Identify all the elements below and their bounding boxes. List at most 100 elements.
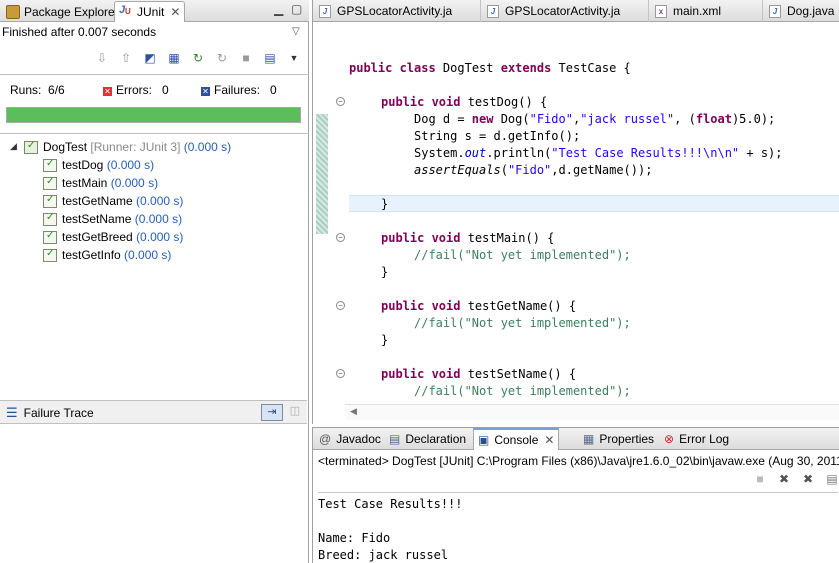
code-token: (	[500, 163, 508, 177]
code-line: public void testGetName() {	[381, 298, 576, 315]
tab-junit[interactable]: JUnit ✕	[114, 1, 186, 22]
fold-icon[interactable]: −	[336, 369, 345, 378]
horizontal-scrollbar[interactable]: ◀	[345, 404, 839, 420]
tab-error-log[interactable]: ⊗ Error Log	[660, 428, 733, 450]
tab-package-explorer[interactable]: Package Explorer	[2, 1, 123, 22]
junit-icon	[119, 4, 133, 19]
code-line: System.out.println("Test Case Results!!!…	[414, 145, 783, 162]
test-time: (0.000 s)	[136, 194, 184, 208]
fold-icon[interactable]: −	[336, 301, 345, 310]
fold-icon[interactable]: −	[336, 233, 345, 242]
clear-console-icon[interactable]: ▤	[825, 472, 839, 486]
editor-tab-bar: J GPSLocatorActivity.ja J GPSLocatorActi…	[313, 0, 839, 22]
tab-declaration[interactable]: ▤ Declaration	[385, 428, 470, 450]
next-failure-icon[interactable]: ⇩	[94, 50, 110, 66]
editor-tab-dog-java[interactable]: J Dog.java	[763, 0, 839, 22]
code-token: }	[381, 265, 389, 279]
test-passed-icon	[43, 212, 57, 226]
failure-trace-label: Failure Trace	[23, 406, 94, 420]
code-line: //fail("Not yet implemented");	[414, 383, 631, 400]
view-menu-icon[interactable]: ▽	[292, 26, 300, 37]
test-name: testMain	[62, 176, 108, 190]
maximize-icon[interactable]: ▢	[291, 2, 302, 16]
suite-name: DogTest	[43, 140, 88, 154]
test-run-history-icon[interactable]: ▤	[262, 50, 278, 66]
terminate-icon[interactable]: ■	[753, 472, 767, 486]
runs-label: Runs:	[10, 83, 42, 97]
close-icon[interactable]: ✕	[544, 433, 554, 447]
remove-launch-icon[interactable]: ✖	[777, 472, 791, 486]
scroll-lock-icon[interactable]: ▦	[166, 50, 182, 66]
code-comment: //fail("Not yet implemented");	[414, 384, 631, 398]
show-failures-only-icon[interactable]: ◩	[142, 50, 158, 66]
tab-javadoc[interactable]: @ Javadoc	[315, 428, 385, 450]
code-line: }	[381, 264, 388, 281]
java-file-icon: J	[319, 4, 331, 18]
code-string: "Fido"	[529, 112, 573, 126]
console-terminated-label: <terminated> DogTest [JUnit] C:\Program …	[318, 454, 839, 468]
test-time: (0.000 s)	[134, 212, 183, 226]
tab-properties[interactable]: ▦ Properties	[579, 428, 658, 450]
scroll-left-icon[interactable]: ◀	[350, 406, 357, 417]
code-string: "jack russel"	[580, 112, 675, 126]
failure-icon: ✕	[201, 87, 210, 96]
code-keyword: public void	[381, 231, 461, 245]
progress-bar	[6, 107, 301, 123]
test-name: testGetName	[62, 194, 133, 208]
tab-properties-label: Properties	[599, 432, 655, 446]
test-case-row[interactable]: testGetName (0.000 s)	[0, 192, 307, 210]
test-case-row[interactable]: testGetBreed (0.000 s)	[0, 228, 307, 246]
code-line: public class DogTest extends TestCase {	[349, 60, 631, 77]
chevron-down-icon[interactable]: ▼	[286, 50, 302, 66]
test-time: (0.000 s)	[124, 248, 172, 262]
close-icon[interactable]: ✕	[170, 5, 180, 19]
xml-file-icon: x	[655, 4, 667, 18]
console-output-line: Test Case Results!!!	[318, 497, 463, 511]
test-passed-icon	[43, 248, 57, 262]
compare-results-icon[interactable]: ◫	[287, 404, 303, 421]
run-counters: Runs: 6/6 ✕ Errors: 0 ✕ Failures: 0	[10, 83, 305, 99]
collapse-icon[interactable]: ◢	[10, 141, 17, 152]
previous-failure-icon[interactable]: ⇧	[118, 50, 134, 66]
code-keyword: public void	[381, 299, 461, 313]
code-token: Dog(	[493, 112, 530, 126]
test-case-row[interactable]: testSetName (0.000 s)	[0, 210, 307, 228]
code-token: }	[381, 197, 389, 211]
stop-icon[interactable]: ■	[238, 50, 254, 66]
code-token: testSetName() {	[460, 367, 577, 381]
console-output[interactable]: Test Case Results!!! Name: Fido Breed: j…	[318, 492, 838, 563]
fold-icon[interactable]: −	[336, 97, 345, 106]
left-tab-bar: Package Explorer JUnit ✕ ▁ ▢	[0, 0, 309, 22]
code-token: System.	[414, 146, 465, 160]
test-case-row[interactable]: testDog (0.000 s)	[0, 156, 307, 174]
rerun-test-icon[interactable]: ↻	[190, 50, 206, 66]
code-keyword: public class	[349, 61, 436, 75]
test-passed-icon	[43, 176, 57, 190]
filter-stack-trace-button[interactable]: ⇥	[261, 404, 283, 421]
code-keyword: float	[695, 112, 732, 126]
test-case-row[interactable]: testGetInfo (0.000 s)	[0, 246, 307, 264]
failures-counter: ✕ Failures: 0	[201, 83, 277, 97]
editor-tab-main-xml[interactable]: x main.xml	[649, 0, 763, 22]
minimize-icon[interactable]: ▁	[274, 2, 283, 16]
console-toolbar: ■ ✖ ✖ ▤	[753, 472, 839, 486]
test-case-row[interactable]: testMain (0.000 s)	[0, 174, 307, 192]
tab-error-log-label: Error Log	[679, 432, 730, 446]
code-keyword: new	[471, 112, 494, 126]
code-line: public void testSetName() {	[381, 366, 576, 383]
rerun-failures-first-icon[interactable]: ↻	[214, 50, 230, 66]
code-token: .println(	[486, 146, 552, 160]
properties-icon: ▦	[583, 432, 595, 446]
tab-junit-label: JUnit	[137, 5, 165, 19]
test-suite-icon	[24, 140, 38, 154]
failure-trace-title: ☰ Failure Trace	[6, 405, 94, 421]
quick-diff-marker	[316, 114, 328, 234]
code-text[interactable]: public class DogTest extends TestCase { …	[349, 22, 839, 404]
junit-view: Package Explorer JUnit ✕ ▁ ▢ Finished af…	[0, 0, 309, 563]
tab-console[interactable]: ▣ Console ✕	[473, 428, 560, 450]
editor-tab-gpslocator-1[interactable]: J GPSLocatorActivity.ja	[313, 0, 481, 22]
test-suite-row[interactable]: ◢ DogTest [Runner: JUnit 3] (0.000 s)	[0, 138, 307, 156]
editor-tab-gpslocator-2[interactable]: J GPSLocatorActivity.ja	[481, 0, 649, 22]
remove-all-terminated-icon[interactable]: ✖	[801, 472, 815, 486]
code-token: testGetName() {	[460, 299, 577, 313]
